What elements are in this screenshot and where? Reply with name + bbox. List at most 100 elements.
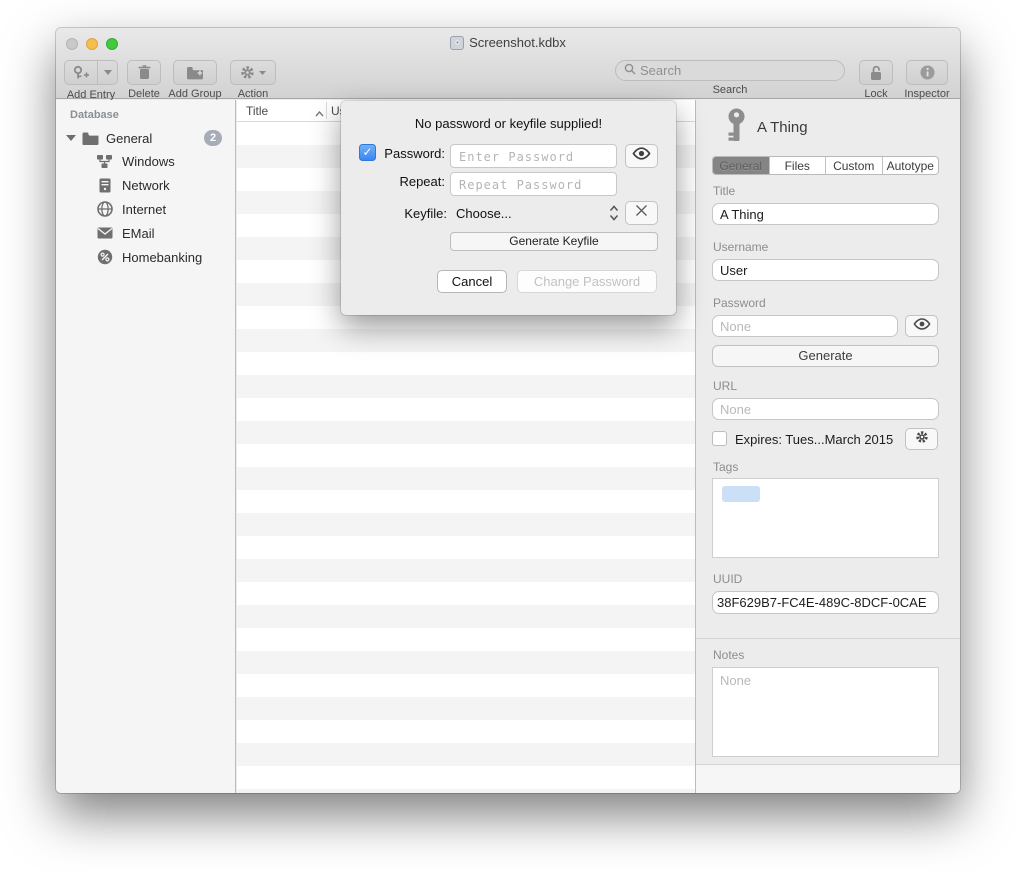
tab-files[interactable]: Files bbox=[770, 157, 827, 174]
stepper-arrows-icon[interactable] bbox=[609, 204, 619, 227]
column-divider[interactable] bbox=[326, 102, 327, 119]
titlebar-toolbar: Screenshot.kdbx Add Entry bbox=[56, 28, 960, 99]
add-entry-label: Add Entry bbox=[62, 89, 120, 101]
sidebar-section-header: Database bbox=[70, 109, 235, 121]
sidebar-item-email[interactable]: EMail bbox=[56, 221, 235, 245]
trash-icon bbox=[138, 65, 151, 80]
toolbar-lock: Lock bbox=[856, 60, 896, 100]
key-icon bbox=[726, 108, 747, 149]
lock-button[interactable] bbox=[859, 60, 893, 85]
sidebar-item-label: EMail bbox=[122, 226, 155, 241]
toolbar-add-group: Add Group bbox=[164, 60, 226, 100]
title-field-label: Title bbox=[713, 184, 735, 198]
dialog-password-label: Password: bbox=[379, 146, 445, 161]
sidebar-item-network[interactable]: Network bbox=[56, 173, 235, 197]
toolbar-action: Action bbox=[228, 60, 278, 100]
sidebar: Database General 2 Windows Network bbox=[56, 100, 236, 793]
inspector-panel: A Thing General Files Custom Autotype Ti… bbox=[695, 100, 960, 793]
folder-plus-icon bbox=[186, 66, 204, 80]
toolbar-search: Search bbox=[615, 60, 845, 96]
delete-button[interactable] bbox=[127, 60, 161, 85]
gear-icon bbox=[915, 430, 929, 449]
inspector-label: Inspector bbox=[899, 88, 955, 100]
add-entry-button[interactable] bbox=[64, 60, 98, 85]
entry-count-badge: 2 bbox=[204, 130, 222, 146]
eye-icon bbox=[632, 147, 651, 165]
inspector-tabs: General Files Custom Autotype bbox=[712, 156, 939, 175]
sidebar-item-windows[interactable]: Windows bbox=[56, 149, 235, 173]
uuid-field[interactable] bbox=[712, 591, 939, 614]
notes-placeholder: None bbox=[720, 673, 751, 688]
chevron-down-icon bbox=[104, 70, 112, 75]
dialog-reveal-password-button[interactable] bbox=[625, 144, 658, 168]
search-icon bbox=[624, 62, 636, 80]
action-label: Action bbox=[228, 88, 278, 100]
server-icon bbox=[96, 177, 113, 194]
disclosure-triangle-icon[interactable] bbox=[66, 135, 76, 141]
inspector-button[interactable] bbox=[906, 60, 948, 85]
tags-field-label: Tags bbox=[713, 460, 738, 474]
change-password-dialog: No password or keyfile supplied! ✓ Passw… bbox=[341, 101, 676, 315]
search-input[interactable] bbox=[640, 63, 836, 78]
window-title: Screenshot.kdbx bbox=[469, 35, 566, 50]
tab-autotype[interactable]: Autotype bbox=[883, 157, 939, 174]
password-checkbox[interactable]: ✓ bbox=[359, 144, 376, 161]
key-plus-icon bbox=[72, 65, 90, 81]
username-field-label: Username bbox=[713, 240, 768, 254]
add-entry-dropdown-button[interactable] bbox=[98, 60, 118, 85]
username-field[interactable] bbox=[712, 259, 939, 281]
tags-box[interactable] bbox=[712, 478, 939, 558]
delete-label: Delete bbox=[124, 88, 164, 100]
sidebar-item-label: General bbox=[106, 131, 152, 146]
cancel-button[interactable]: Cancel bbox=[437, 270, 507, 293]
x-icon bbox=[635, 204, 648, 222]
dialog-repeat-input[interactable] bbox=[450, 172, 617, 196]
toolbar-delete: Delete bbox=[124, 60, 164, 100]
generate-password-button[interactable]: Generate bbox=[712, 345, 939, 367]
sidebar-item-homebanking[interactable]: Homebanking bbox=[56, 245, 235, 269]
expires-label: Expires: Tues...March 2015 bbox=[735, 432, 893, 447]
expires-settings-button[interactable] bbox=[905, 428, 938, 450]
toolbar-add-entry: Add Entry bbox=[62, 60, 120, 101]
window-title-row: Screenshot.kdbx bbox=[56, 35, 960, 50]
notes-box[interactable]: None bbox=[712, 667, 939, 757]
percent-circle-icon bbox=[96, 249, 113, 266]
keyfile-popup-value[interactable]: Choose... bbox=[456, 206, 512, 221]
clear-keyfile-button[interactable] bbox=[625, 201, 658, 225]
lock-label: Lock bbox=[856, 88, 896, 100]
chevron-down-icon bbox=[259, 71, 266, 75]
dialog-keyfile-label: Keyfile: bbox=[381, 206, 447, 221]
document-icon bbox=[450, 36, 464, 50]
tab-general[interactable]: General bbox=[713, 157, 770, 174]
reveal-password-button[interactable] bbox=[905, 315, 938, 337]
expires-checkbox[interactable] bbox=[712, 431, 727, 446]
add-group-label: Add Group bbox=[164, 88, 226, 100]
title-field[interactable] bbox=[712, 203, 939, 225]
generate-keyfile-button[interactable]: Generate Keyfile bbox=[450, 232, 658, 251]
column-header-title[interactable]: Title bbox=[246, 104, 268, 118]
sidebar-item-label: Network bbox=[122, 178, 170, 193]
tab-custom[interactable]: Custom bbox=[826, 157, 883, 174]
sidebar-item-general[interactable]: General 2 bbox=[56, 127, 235, 149]
sort-ascending-icon bbox=[315, 106, 324, 120]
url-field[interactable] bbox=[712, 398, 939, 420]
password-field-label: Password bbox=[713, 296, 766, 310]
tag-chip[interactable] bbox=[722, 486, 760, 502]
uuid-field-label: UUID bbox=[713, 572, 742, 586]
change-password-button[interactable]: Change Password bbox=[517, 270, 657, 293]
action-button[interactable] bbox=[230, 60, 276, 85]
search-field[interactable] bbox=[615, 60, 845, 81]
gear-icon bbox=[240, 65, 255, 80]
sidebar-item-label: Internet bbox=[122, 202, 166, 217]
eye-icon bbox=[913, 317, 931, 335]
globe-icon bbox=[96, 201, 113, 218]
app-window: Screenshot.kdbx Add Entry bbox=[56, 28, 960, 793]
password-field[interactable] bbox=[712, 315, 898, 337]
dialog-password-input[interactable] bbox=[450, 144, 617, 168]
notes-field-label: Notes bbox=[713, 648, 744, 662]
inspector-footer bbox=[696, 764, 960, 793]
add-group-button[interactable] bbox=[173, 60, 217, 85]
sidebar-item-label: Windows bbox=[122, 154, 175, 169]
sidebar-item-internet[interactable]: Internet bbox=[56, 197, 235, 221]
open-padlock-icon bbox=[869, 65, 883, 81]
